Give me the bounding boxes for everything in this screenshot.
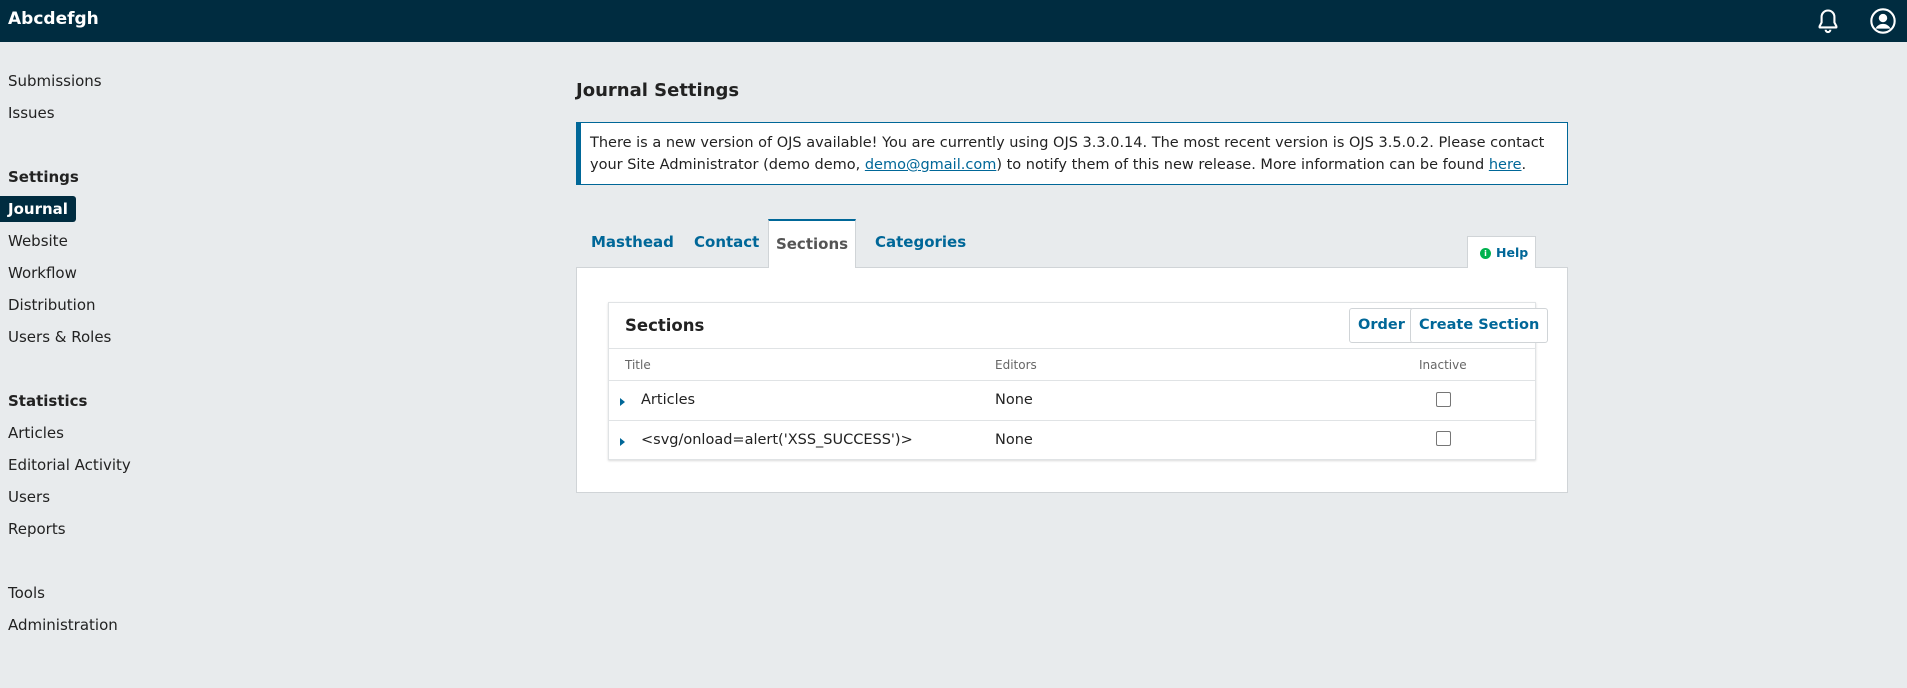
- help-label: Help: [1496, 245, 1529, 260]
- column-header-title: Title: [625, 358, 651, 372]
- admin-email-link[interactable]: demo@gmail.com: [865, 157, 996, 173]
- grid-divider: [609, 380, 1535, 381]
- nav-issues[interactable]: Issues: [8, 104, 55, 122]
- nav-journal[interactable]: Journal: [0, 196, 76, 222]
- nav-submissions[interactable]: Submissions: [8, 72, 102, 90]
- bell-icon[interactable]: [1814, 7, 1842, 35]
- notice-text-3: .: [1521, 157, 1527, 173]
- row-editors: None: [995, 432, 1033, 448]
- tab-categories[interactable]: Categories: [875, 219, 966, 268]
- inactive-checkbox[interactable]: [1436, 431, 1451, 446]
- grid-divider: [609, 348, 1535, 349]
- row-title: <svg/onload=alert('XSS_SUCCESS')>: [641, 432, 913, 448]
- update-notice: There is a new version of OJS available!…: [576, 122, 1568, 185]
- more-info-link[interactable]: here: [1489, 157, 1522, 173]
- row-editors: None: [995, 392, 1033, 408]
- help-tab[interactable]: i Help: [1467, 236, 1536, 268]
- nav-users-roles[interactable]: Users & Roles: [8, 328, 111, 346]
- nav-articles[interactable]: Articles: [8, 424, 64, 442]
- expand-row-icon[interactable]: [620, 438, 625, 446]
- tab-masthead[interactable]: Masthead: [591, 219, 674, 268]
- grid-title: Sections: [625, 316, 705, 335]
- nav-reports[interactable]: Reports: [8, 520, 66, 538]
- user-icon[interactable]: [1869, 7, 1897, 35]
- create-section-button[interactable]: Create Section: [1410, 308, 1549, 343]
- tab-sections[interactable]: Sections: [768, 219, 856, 268]
- top-bar: Abcdefgh: [0, 0, 1907, 42]
- nav-users[interactable]: Users: [8, 488, 50, 506]
- notice-text-2: ) to notify them of this new release. Mo…: [996, 157, 1489, 173]
- site-title[interactable]: Abcdefgh: [8, 9, 99, 29]
- nav-settings-heading[interactable]: Settings: [8, 168, 79, 186]
- nav-tools[interactable]: Tools: [8, 584, 45, 602]
- nav-editorial-activity[interactable]: Editorial Activity: [8, 456, 131, 474]
- tab-contact[interactable]: Contact: [694, 219, 759, 268]
- nav-distribution[interactable]: Distribution: [8, 296, 96, 314]
- nav-statistics-heading[interactable]: Statistics: [8, 392, 87, 410]
- expand-row-icon[interactable]: [620, 398, 625, 406]
- nav-administration[interactable]: Administration: [8, 616, 118, 634]
- grid-divider: [609, 420, 1535, 421]
- info-icon: i: [1480, 248, 1491, 259]
- nav-website[interactable]: Website: [8, 232, 68, 250]
- row-title: Articles: [641, 392, 696, 408]
- inactive-checkbox[interactable]: [1436, 392, 1451, 407]
- column-header-editors: Editors: [995, 358, 1037, 372]
- nav-workflow[interactable]: Workflow: [8, 264, 77, 282]
- sections-grid: Sections Order Create Section Title Edit…: [608, 302, 1549, 460]
- order-button[interactable]: Order: [1349, 308, 1414, 343]
- column-header-inactive: Inactive: [1419, 358, 1467, 372]
- page-title: Journal Settings: [576, 80, 740, 101]
